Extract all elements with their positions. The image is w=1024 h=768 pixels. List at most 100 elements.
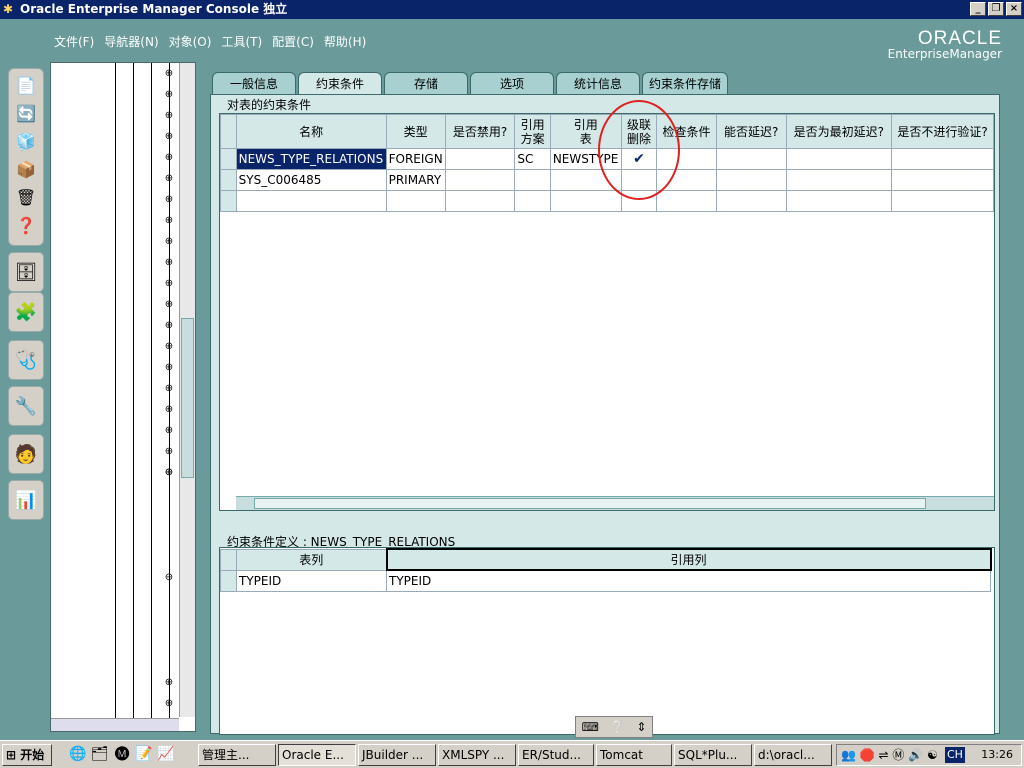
tree-expander[interactable]: ⊕ — [164, 678, 174, 688]
maximize-button[interactable]: ❐ — [988, 2, 1004, 16]
database-tool-icon[interactable]: 🗄 — [8, 252, 44, 292]
navigator-tree[interactable]: ⊕ ⊕ ⊕ ⊕ ⊕ ⊕ ⊕ ⊕ ⊕ ⊕ ⊕ ⊕ ⊕ ⊕ ⊕ ⊕ ⊕ ⊕ ⊕ ⊕ … — [50, 62, 196, 732]
tree-expander[interactable]: ⊕ — [164, 447, 174, 457]
task-item[interactable]: JBuilder ... — [358, 744, 436, 766]
task-item-active[interactable]: Oracle E... — [278, 744, 356, 766]
task-item[interactable]: XMLSPY ... — [438, 744, 516, 766]
document-icon[interactable]: 📄 — [14, 73, 38, 97]
navigator-hscroll[interactable] — [51, 718, 179, 731]
col-header[interactable]: 引用 方案 — [514, 114, 551, 149]
tree-expander[interactable]: ⊕ — [164, 216, 174, 226]
col-header[interactable]: 名称 — [235, 114, 387, 149]
tree-expander[interactable]: ⊕ — [164, 195, 174, 205]
tuning-icon[interactable]: 🔧 — [8, 386, 44, 426]
tree-expander[interactable]: ⊕ — [164, 699, 174, 709]
tab-general[interactable]: 一般信息 — [212, 72, 296, 94]
col-header[interactable]: 能否延迟? — [715, 114, 787, 149]
scroll-thumb[interactable] — [181, 318, 194, 478]
refresh-icon[interactable]: 🔄 — [14, 101, 38, 125]
cell-table-column[interactable]: TYPEID — [236, 569, 387, 592]
col-header-ref-column[interactable]: 引用列 — [385, 548, 992, 571]
tree-expander[interactable]: ⊕ — [164, 321, 174, 331]
col-header[interactable]: 是否为最初延迟? — [785, 114, 893, 149]
language-indicator[interactable]: CH — [945, 747, 965, 763]
cell-novalidate[interactable] — [891, 169, 994, 191]
report-icon[interactable]: 📊 — [8, 480, 44, 520]
cell-ref-column[interactable]: TYPEID — [386, 569, 991, 592]
tree-expander[interactable]: ⊕ — [164, 132, 174, 142]
task-item[interactable]: d:\oracl... — [754, 744, 832, 766]
cell-type[interactable]: FOREIGN — [385, 148, 446, 170]
cell-disabled[interactable] — [444, 169, 516, 191]
cell-type[interactable]: PRIMARY — [385, 169, 446, 191]
tab-options[interactable]: 选项 — [470, 72, 554, 94]
tree-expander[interactable]: ⊕ — [164, 153, 174, 163]
tree-expander[interactable]: ⊕ — [164, 258, 174, 268]
create-icon[interactable]: 🧊 — [14, 129, 38, 153]
menu-file[interactable]: 文件(F) — [54, 33, 94, 50]
title-bar: ✱ Oracle Enterprise Manager Console 独立 _… — [0, 0, 1024, 19]
tree-expander[interactable]: ⊕ — [164, 426, 174, 436]
tab-constraint-storage[interactable]: 约束条件存储 — [642, 72, 729, 94]
user-icon[interactable]: 🧑 — [8, 434, 44, 474]
diagnostics-icon[interactable]: 🧩 — [8, 292, 44, 332]
navigator-vscroll[interactable] — [179, 63, 195, 717]
col-header-table-column[interactable]: 表列 — [236, 548, 387, 571]
tree-expander[interactable]: ⊕ — [164, 111, 174, 121]
clock: 13:26 — [981, 748, 1013, 761]
tree-expander[interactable]: ⊕ — [164, 69, 174, 79]
tree-expander[interactable]: ⊕ — [164, 405, 174, 415]
task-item[interactable]: Tomcat — [596, 744, 672, 766]
menu-object[interactable]: 对象(O) — [169, 33, 212, 50]
tree-expander[interactable]: ⊕ — [164, 363, 174, 373]
menu-help[interactable]: 帮助(H) — [324, 33, 366, 50]
tree-expander[interactable]: ⊕ — [164, 384, 174, 394]
help-icon[interactable]: ❓ — [14, 213, 38, 237]
col-header[interactable]: 是否禁用? — [444, 114, 516, 149]
tree-expander[interactable]: ⊕ — [164, 342, 174, 352]
close-button[interactable]: × — [1006, 2, 1022, 16]
task-item[interactable]: 管理主... — [198, 744, 276, 766]
keyboard-icon[interactable]: ⌨ — [582, 720, 599, 734]
tab-storage[interactable]: 存储 — [384, 72, 468, 94]
tray-icons[interactable]: 👥 🛑 ⇌ Ⓜ 🔊 ☯ — [841, 745, 938, 765]
cell-deferrable[interactable] — [715, 148, 787, 170]
cell-name[interactable]: SYS_C006485 — [235, 169, 387, 191]
menu-config[interactable]: 配置(C) — [272, 33, 314, 50]
definition-grid[interactable]: 表列 引用列 TYPEID TYPEID — [219, 547, 995, 735]
minimize-button[interactable]: _ — [970, 2, 986, 16]
cell-deferrable[interactable] — [715, 169, 787, 191]
delete-icon[interactable]: 🗑 — [14, 185, 38, 209]
cell-disabled[interactable] — [444, 148, 516, 170]
tree-expander[interactable]: ⊕ — [164, 300, 174, 310]
tab-constraints[interactable]: 约束条件 — [298, 72, 382, 94]
cell-initially-deferred[interactable] — [785, 169, 893, 191]
grid-hscroll[interactable] — [236, 496, 994, 510]
tree-collapser[interactable]: ⊖ — [164, 468, 174, 478]
tree-collapser[interactable]: ⊖ — [164, 573, 174, 583]
tree-expander[interactable]: ⊕ — [164, 237, 174, 247]
cell-initially-deferred[interactable] — [785, 148, 893, 170]
tree-expander[interactable]: ⊕ — [164, 279, 174, 289]
create-like-icon[interactable]: 📦 — [14, 157, 38, 181]
col-header[interactable]: 类型 — [385, 114, 446, 149]
table-row-empty[interactable] — [220, 190, 994, 212]
menu-navigator[interactable]: 导航器(N) — [104, 33, 158, 50]
monitor-icon[interactable]: 🩺 — [8, 340, 44, 380]
menu-tools[interactable]: 工具(T) — [221, 33, 262, 50]
task-item[interactable]: ER/Stud... — [518, 744, 594, 766]
cell-ref-schema[interactable]: SC — [514, 148, 551, 170]
cell-name[interactable]: NEWS_TYPE_RELATIONS — [235, 148, 387, 170]
tree-expander[interactable]: ⊕ — [164, 174, 174, 184]
help-icon[interactable]: ❔ — [610, 720, 625, 734]
start-button[interactable]: ⊞ 开始 — [2, 744, 52, 766]
table-row[interactable]: TYPEID TYPEID — [220, 569, 991, 592]
tab-statistics[interactable]: 统计信息 — [556, 72, 640, 94]
chevron-icon[interactable]: ⇕ — [636, 720, 646, 734]
task-item[interactable]: SQL*Plu... — [674, 744, 752, 766]
cell-novalidate[interactable] — [891, 148, 994, 170]
tree-expander[interactable]: ⊕ — [164, 90, 174, 100]
cell-ref-schema[interactable] — [514, 169, 551, 191]
scroll-thumb[interactable] — [254, 498, 926, 509]
col-header[interactable]: 是否不进行验证? — [891, 114, 994, 149]
